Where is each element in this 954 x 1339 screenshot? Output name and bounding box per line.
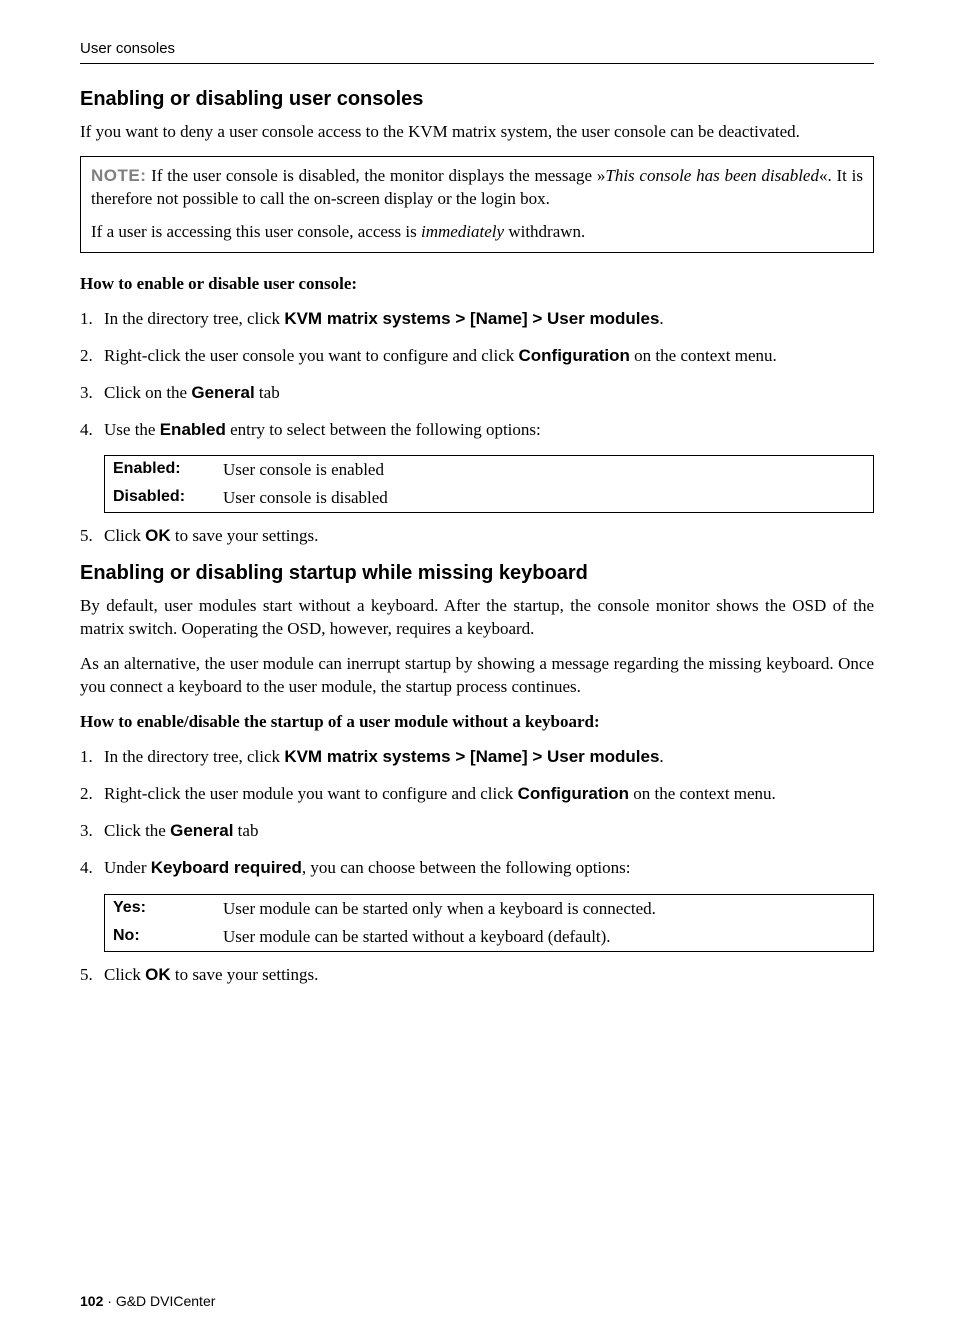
step-number: 3. bbox=[80, 382, 93, 405]
step-text: tab bbox=[255, 383, 280, 402]
running-header: User consoles bbox=[80, 40, 874, 64]
table-row: Yes: User module can be started only whe… bbox=[105, 895, 873, 923]
options-table: Yes: User module can be started only whe… bbox=[104, 894, 874, 952]
ui-label: Configuration bbox=[518, 784, 629, 803]
option-key: Yes: bbox=[113, 899, 223, 919]
table-row: Enabled: User console is enabled bbox=[105, 456, 873, 484]
ui-path: KVM matrix systems > [Name] > User modul… bbox=[284, 309, 659, 328]
note-paragraph: NOTE: If the user console is disabled, t… bbox=[91, 165, 863, 211]
step-text: tab bbox=[233, 821, 258, 840]
intro-paragraph: If you want to deny a user console acces… bbox=[80, 121, 874, 144]
howto-heading: How to enable/disable the startup of a u… bbox=[80, 711, 874, 734]
howto-heading: How to enable or disable user console: bbox=[80, 273, 874, 296]
ui-label: Keyboard required bbox=[151, 858, 302, 877]
footer-separator: · bbox=[103, 1293, 115, 1309]
step-number: 2. bbox=[80, 783, 93, 806]
option-value: User module can be started without a key… bbox=[223, 927, 611, 947]
note-italic: immediately bbox=[421, 222, 504, 241]
section-heading: Enabling or disabling startup while miss… bbox=[80, 562, 874, 585]
step-text: In the directory tree, click bbox=[104, 747, 284, 766]
options-table: Enabled: User console is enabled Disable… bbox=[104, 455, 874, 513]
step-number: 4. bbox=[80, 419, 93, 442]
option-value: User module can be started only when a k… bbox=[223, 899, 656, 919]
step-item: 4. Under Keyboard required, you can choo… bbox=[80, 857, 874, 880]
note-box: NOTE: If the user console is disabled, t… bbox=[80, 156, 874, 253]
step-text: Click bbox=[104, 526, 145, 545]
step-text: . bbox=[659, 309, 663, 328]
step-text: Click bbox=[104, 965, 145, 984]
note-text: withdrawn. bbox=[504, 222, 585, 241]
note-paragraph: If a user is accessing this user console… bbox=[91, 221, 863, 244]
ui-label: OK bbox=[145, 526, 171, 545]
step-number: 1. bbox=[80, 746, 93, 769]
step-text: entry to select between the following op… bbox=[226, 420, 541, 439]
step-text: Right-click the user console you want to… bbox=[104, 346, 519, 365]
step-number: 5. bbox=[80, 525, 93, 548]
note-text: If a user is accessing this user console… bbox=[91, 222, 421, 241]
document-page: User consoles Enabling or disabling user… bbox=[0, 0, 954, 1339]
page-number: 102 bbox=[80, 1293, 103, 1309]
ui-label: Enabled bbox=[160, 420, 226, 439]
note-label: NOTE: bbox=[91, 166, 146, 185]
product-name: G&D DVICenter bbox=[116, 1293, 216, 1309]
ui-path: KVM matrix systems > [Name] > User modul… bbox=[284, 747, 659, 766]
section-heading: Enabling or disabling user consoles bbox=[80, 88, 874, 111]
step-text: Under bbox=[104, 858, 151, 877]
ui-label: General bbox=[170, 821, 233, 840]
step-list: 5. Click OK to save your settings. bbox=[80, 525, 874, 548]
step-item: 5. Click OK to save your settings. bbox=[80, 525, 874, 548]
step-item: 1. In the directory tree, click KVM matr… bbox=[80, 308, 874, 331]
table-row: No: User module can be started without a… bbox=[105, 923, 873, 951]
page-footer: 102 · G&D DVICenter bbox=[80, 1293, 215, 1309]
step-text: In the directory tree, click bbox=[104, 309, 284, 328]
step-number: 1. bbox=[80, 308, 93, 331]
table-row: Disabled: User console is disabled bbox=[105, 484, 873, 512]
step-number: 4. bbox=[80, 857, 93, 880]
step-number: 5. bbox=[80, 964, 93, 987]
step-item: 1. In the directory tree, click KVM matr… bbox=[80, 746, 874, 769]
step-item: 2. Right-click the user console you want… bbox=[80, 345, 874, 368]
ui-label: Configuration bbox=[519, 346, 630, 365]
step-list: 1. In the directory tree, click KVM matr… bbox=[80, 746, 874, 880]
body-paragraph: By default, user modules start without a… bbox=[80, 595, 874, 641]
step-number: 2. bbox=[80, 345, 93, 368]
option-key: Disabled: bbox=[113, 488, 223, 508]
option-key: Enabled: bbox=[113, 460, 223, 480]
step-text: to save your settings. bbox=[171, 965, 319, 984]
step-list: 5. Click OK to save your settings. bbox=[80, 964, 874, 987]
step-text: on the context menu. bbox=[630, 346, 777, 365]
step-item: 4. Use the Enabled entry to select betwe… bbox=[80, 419, 874, 442]
option-key: No: bbox=[113, 927, 223, 947]
ui-label: General bbox=[191, 383, 254, 402]
step-text: Right-click the user module you want to … bbox=[104, 784, 518, 803]
step-text: on the context menu. bbox=[629, 784, 776, 803]
step-item: 5. Click OK to save your settings. bbox=[80, 964, 874, 987]
option-value: User console is enabled bbox=[223, 460, 384, 480]
note-text: If the user console is disabled, the mon… bbox=[146, 166, 605, 185]
step-item: 2. Right-click the user module you want … bbox=[80, 783, 874, 806]
step-list: 1. In the directory tree, click KVM matr… bbox=[80, 308, 874, 442]
step-text: Click on the bbox=[104, 383, 191, 402]
step-item: 3. Click the General tab bbox=[80, 820, 874, 843]
step-text: to save your settings. bbox=[171, 526, 319, 545]
step-text: , you can choose between the following o… bbox=[302, 858, 631, 877]
step-text: . bbox=[659, 747, 663, 766]
step-item: 3. Click on the General tab bbox=[80, 382, 874, 405]
step-text: Use the bbox=[104, 420, 160, 439]
step-number: 3. bbox=[80, 820, 93, 843]
ui-label: OK bbox=[145, 965, 171, 984]
option-value: User console is disabled bbox=[223, 488, 388, 508]
body-paragraph: As an alternative, the user module can i… bbox=[80, 653, 874, 699]
step-text: Click the bbox=[104, 821, 170, 840]
note-italic: This console has been disabled bbox=[605, 166, 819, 185]
